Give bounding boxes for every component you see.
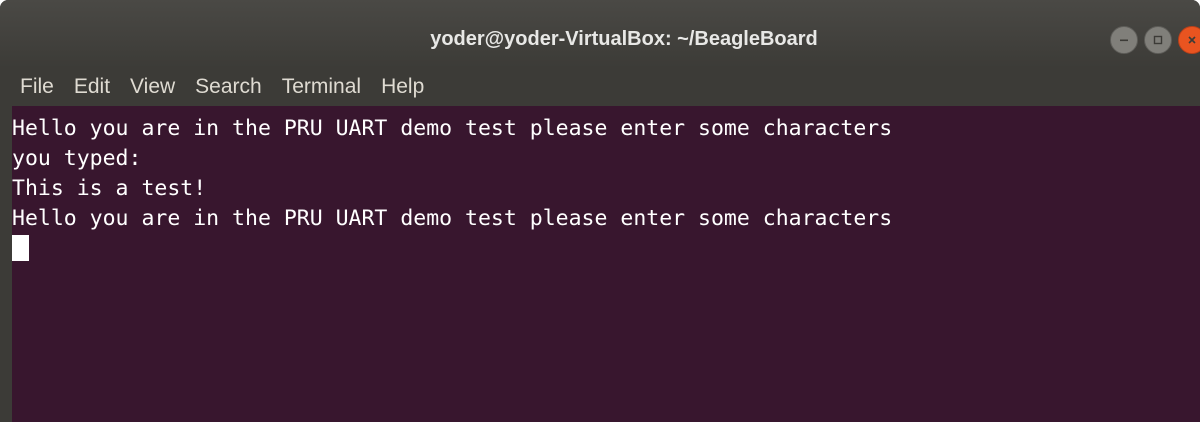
title-bar[interactable]: yoder@yoder-VirtualBox: ~/BeagleBoard [0, 0, 1200, 68]
maximize-button[interactable] [1144, 26, 1172, 54]
menu-terminal[interactable]: Terminal [273, 70, 372, 104]
minimize-button[interactable] [1110, 26, 1138, 54]
terminal-line: you typed: [12, 146, 142, 171]
terminal-window: yoder@yoder-VirtualBox: ~/BeagleBoard Fi… [0, 0, 1200, 422]
close-button[interactable] [1178, 26, 1200, 54]
close-icon [1188, 36, 1196, 44]
menu-help[interactable]: Help [372, 70, 435, 104]
menu-edit[interactable]: Edit [65, 70, 121, 104]
minimize-icon [1120, 39, 1128, 42]
menu-view[interactable]: View [121, 70, 186, 104]
menu-file[interactable]: File [10, 70, 65, 104]
terminal-line: Hello you are in the PRU UART demo test … [12, 206, 893, 231]
menu-bar: File Edit View Search Terminal Help [0, 68, 1200, 106]
menu-search[interactable]: Search [186, 70, 273, 104]
window-title: yoder@yoder-VirtualBox: ~/BeagleBoard [430, 28, 818, 50]
terminal-output[interactable]: Hello you are in the PRU UART demo test … [12, 106, 1200, 422]
window-controls [1110, 26, 1200, 56]
maximize-icon [1153, 35, 1163, 45]
terminal-line: This is a test! [12, 176, 207, 201]
text-cursor [12, 235, 29, 261]
terminal-line: Hello you are in the PRU UART demo test … [12, 116, 893, 141]
